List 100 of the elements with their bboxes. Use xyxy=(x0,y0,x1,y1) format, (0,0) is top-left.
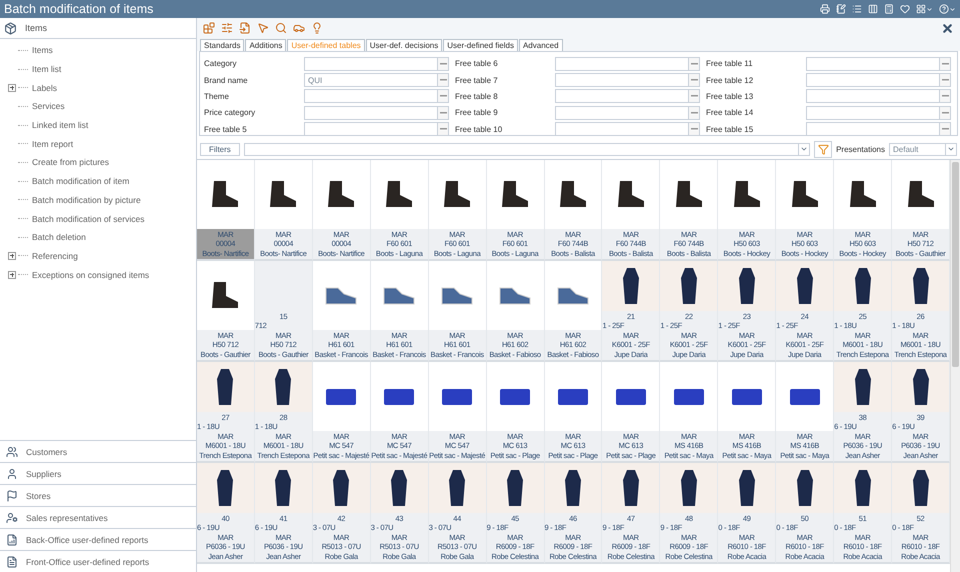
expand-icon[interactable] xyxy=(8,252,16,260)
more-icon[interactable] xyxy=(939,122,951,136)
expand-icon[interactable] xyxy=(8,84,16,92)
more-icon[interactable] xyxy=(437,73,449,88)
input-field[interactable] xyxy=(555,73,688,88)
garment-icon xyxy=(620,266,641,306)
input-field[interactable] xyxy=(555,106,688,120)
pointer-icon[interactable] xyxy=(257,22,269,34)
more-icon[interactable] xyxy=(688,56,700,71)
garment-icon xyxy=(678,468,699,508)
input-field[interactable] xyxy=(555,89,688,104)
sidebar-item[interactable]: Item list xyxy=(32,64,62,74)
presentations-label: Presentations xyxy=(836,144,885,154)
more-icon[interactable] xyxy=(688,89,700,104)
window-title: Batch modification of items xyxy=(4,2,154,16)
input-field[interactable] xyxy=(806,56,939,71)
tab[interactable]: User-defined fields xyxy=(443,39,518,51)
tab[interactable]: Additions xyxy=(245,39,286,51)
garment-icon xyxy=(736,266,757,306)
tab[interactable]: Advanced xyxy=(518,39,563,51)
sliders-icon[interactable] xyxy=(221,22,233,34)
sidebar-item[interactable]: Batch modification by picture xyxy=(32,194,141,205)
sidebar-section[interactable]: Suppliers xyxy=(0,462,196,484)
input-field[interactable] xyxy=(304,122,437,136)
input-field[interactable] xyxy=(806,106,939,120)
more-icon[interactable] xyxy=(688,122,700,136)
lightbulb-icon[interactable] xyxy=(311,22,323,34)
more-icon[interactable] xyxy=(688,106,700,120)
more-icon[interactable] xyxy=(939,106,951,120)
tab[interactable]: User-def. decisions xyxy=(366,39,442,51)
sidebar-item[interactable]: Services xyxy=(32,101,65,112)
printer-icon[interactable] xyxy=(820,4,830,14)
person-icon xyxy=(6,468,18,480)
sidebar-item[interactable]: Exceptions on consigned items xyxy=(32,270,150,280)
sidebar-item[interactable]: Batch modification of item xyxy=(32,176,130,186)
more-icon[interactable] xyxy=(688,73,700,88)
field-label: Theme xyxy=(204,92,230,101)
document-icon[interactable] xyxy=(239,22,251,34)
input-field[interactable] xyxy=(806,89,939,104)
garment-icon xyxy=(273,366,294,407)
sidebar-item[interactable]: Batch modification of services xyxy=(32,214,144,224)
garment-icon xyxy=(331,468,352,508)
more-icon[interactable] xyxy=(939,73,951,88)
garment-icon xyxy=(794,266,815,306)
sidebar-section[interactable]: Back-Office user-defined reports xyxy=(0,528,196,550)
blocks-icon[interactable] xyxy=(203,22,215,34)
sidebar-item[interactable]: Batch deletion xyxy=(32,232,86,242)
scrollbar[interactable] xyxy=(950,160,960,572)
sidebar-item[interactable]: Labels xyxy=(32,82,58,93)
sidebar-item[interactable]: Item report xyxy=(32,138,74,149)
sidebar-section[interactable]: Customers xyxy=(0,440,196,462)
garment-icon xyxy=(273,468,294,508)
input-field[interactable] xyxy=(304,106,437,120)
tab[interactable]: Standards xyxy=(200,39,244,51)
sidebar-item[interactable]: Referencing xyxy=(32,250,78,261)
sidebar-item[interactable]: Items xyxy=(32,45,53,56)
sidebar-section[interactable]: Sales representatives xyxy=(0,506,196,528)
sidebar-item[interactable]: Linked item list xyxy=(32,120,88,130)
sidebar-section[interactable]: Stores xyxy=(0,484,196,506)
search-icon[interactable] xyxy=(275,22,287,34)
car-icon[interactable] xyxy=(293,22,305,34)
more-icon[interactable] xyxy=(437,89,449,104)
more-icon[interactable] xyxy=(939,89,951,104)
expand-icon[interactable] xyxy=(8,270,16,279)
input-field[interactable] xyxy=(555,122,688,136)
help-icon[interactable] xyxy=(939,4,956,14)
input-field[interactable] xyxy=(806,73,939,88)
notebook-icon[interactable] xyxy=(836,4,846,14)
apps-icon[interactable] xyxy=(916,4,933,14)
columns-icon[interactable] xyxy=(868,4,878,14)
more-icon[interactable] xyxy=(437,122,449,136)
sidebar-section[interactable]: Front-Office user-defined reports xyxy=(0,550,196,572)
list-icon[interactable] xyxy=(852,4,862,14)
input-field[interactable] xyxy=(555,56,688,71)
close-icon[interactable] xyxy=(941,22,954,34)
boxes-icon xyxy=(4,22,17,34)
garment-icon xyxy=(562,468,583,508)
field-label: Free table 15 xyxy=(706,124,754,134)
field-label: Free table 13 xyxy=(706,92,754,101)
presentation-dropdown[interactable]: Default xyxy=(889,142,957,156)
garment-icon xyxy=(910,468,931,508)
sidebar-header[interactable]: Items xyxy=(0,18,196,39)
filters-button[interactable]: Filters xyxy=(200,142,240,156)
sidebar-title: Items xyxy=(25,23,48,33)
more-icon[interactable] xyxy=(437,56,449,71)
garment-icon xyxy=(852,468,873,508)
sidebar-item[interactable]: Create from pictures xyxy=(32,157,109,168)
filter-icon[interactable] xyxy=(814,140,832,158)
filter-dropdown[interactable] xyxy=(244,142,810,156)
heart-icon[interactable] xyxy=(900,4,910,14)
input-field[interactable] xyxy=(304,56,437,71)
garment-icon xyxy=(215,468,236,508)
calculator-icon[interactable] xyxy=(884,4,894,14)
more-icon[interactable] xyxy=(437,106,449,120)
input-field[interactable] xyxy=(806,122,939,136)
report-icon xyxy=(6,556,18,568)
input-field[interactable]: QUI xyxy=(304,73,437,88)
more-icon[interactable] xyxy=(939,56,951,71)
input-field[interactable] xyxy=(304,89,437,104)
field-label: Free table 10 xyxy=(455,124,504,134)
